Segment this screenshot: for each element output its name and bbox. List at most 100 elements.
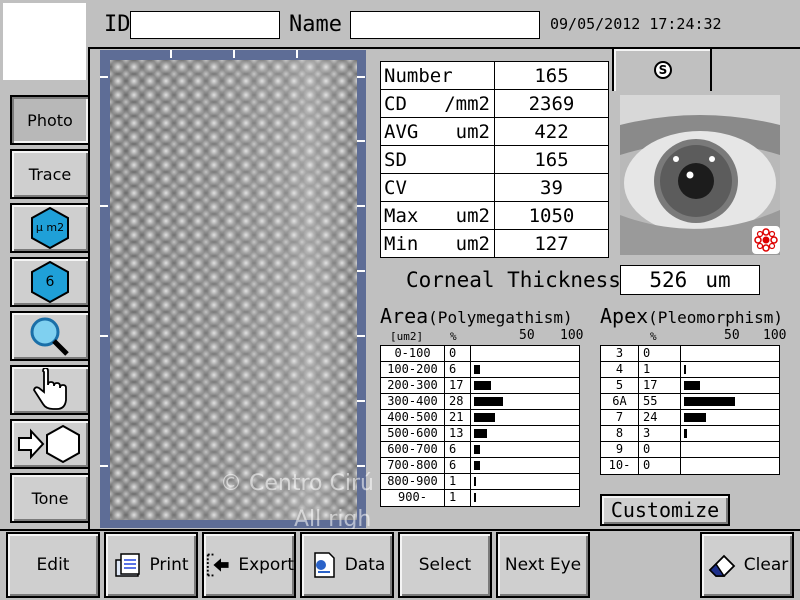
area-bar-cell [471, 458, 579, 473]
tick-mark [357, 270, 365, 272]
watermark-line1: © Centro Cirú [220, 471, 374, 496]
apex-pct-value: 3 [639, 426, 681, 441]
area-pct-value: 17 [445, 378, 471, 393]
apex-bar-cell [681, 458, 779, 474]
photo-button[interactable]: Photo [10, 95, 90, 145]
tone-button[interactable]: Tone [10, 473, 90, 523]
apex-bar [684, 429, 687, 438]
area-bar [474, 381, 492, 390]
tick-mark [357, 335, 365, 337]
clear-label: Clear [743, 555, 789, 575]
um2-label: μ m2 [35, 221, 65, 234]
apex-row: 5 17 [601, 378, 779, 394]
arrow-hexagon-button[interactable] [10, 419, 90, 469]
data-icon [313, 552, 335, 578]
area-bin-label: 100-200 [381, 362, 445, 377]
area-bar [474, 365, 481, 374]
area-row: 100-200 6 [381, 362, 579, 378]
fixation-target-icon[interactable] [752, 226, 780, 254]
apex-pct-value: 1 [639, 362, 681, 377]
apex-row: 10- 0 [601, 458, 779, 474]
stats-row: SD 165 [380, 145, 609, 174]
stats-label-cell: AVG um2 [380, 117, 495, 146]
area-bar-cell [471, 362, 579, 377]
next-eye-button[interactable]: Next Eye [496, 532, 590, 598]
logo-area [3, 3, 86, 80]
area-bar-cell [471, 426, 579, 441]
apex-bin-label: 8 [601, 426, 639, 441]
apex-pct-value: 0 [639, 458, 681, 474]
apex-pct-value: 0 [639, 346, 681, 361]
stats-label-cell: Number [380, 61, 495, 90]
corneal-thickness-unit: um [705, 268, 731, 292]
area-bar-cell [471, 346, 579, 361]
area-row: 600-700 6 [381, 442, 579, 458]
area-pct-value: 28 [445, 394, 471, 409]
apex-bin-label: 5 [601, 378, 639, 393]
stats-label: Min [384, 232, 419, 255]
stats-unit: um2 [455, 120, 490, 143]
area-row: 0-100 0 [381, 346, 579, 362]
stats-value: 165 [494, 61, 609, 90]
edit-button[interactable]: Edit [6, 532, 100, 598]
zoom-button[interactable] [10, 311, 90, 361]
corneal-thickness-label: Corneal Thickness [406, 268, 621, 292]
apex-bar [684, 413, 707, 422]
stats-value: 127 [494, 229, 609, 258]
print-icon [115, 553, 141, 577]
area-row: 300-400 28 [381, 394, 579, 410]
apex-pct-value: 55 [639, 394, 681, 409]
six-button[interactable]: 6 [10, 257, 90, 307]
customize-button[interactable]: Customize [600, 494, 730, 526]
export-button[interactable]: Export [202, 532, 296, 598]
area-pct-value: 13 [445, 426, 471, 441]
area-bar-cell [471, 442, 579, 457]
area-bar-cell [471, 490, 579, 506]
apex-scale-50: 50 [724, 328, 740, 343]
apex-bin-label: 10- [601, 458, 639, 474]
data-button[interactable]: Data [300, 532, 394, 598]
stats-value: 165 [494, 145, 609, 174]
clear-button[interactable]: Clear [700, 532, 794, 598]
apex-bar-cell [681, 378, 779, 393]
um2-button[interactable]: μ m2 [10, 203, 90, 253]
tick-mark [296, 50, 298, 58]
corneal-thickness-value: 526 [649, 268, 688, 292]
name-field[interactable] [350, 11, 540, 39]
eraser-icon [708, 554, 736, 577]
stats-value: 422 [494, 117, 609, 146]
stats-label-cell: Max um2 [380, 201, 495, 230]
stats-value: 2369 [494, 89, 609, 118]
apex-bar-cell [681, 346, 779, 361]
print-button[interactable]: Print [104, 532, 198, 598]
area-bar [474, 493, 476, 502]
endothelium-image[interactable] [110, 60, 357, 520]
id-label: ID [104, 12, 131, 37]
tick-mark [100, 205, 108, 207]
trace-label: Trace [28, 164, 72, 184]
apex-row: 6A 55 [601, 394, 779, 410]
select-button[interactable]: Select [398, 532, 492, 598]
area-bin-label: 700-800 [381, 458, 445, 473]
tick-mark [357, 140, 365, 142]
area-bar [474, 413, 496, 422]
area-row: 800-900 1 [381, 474, 579, 490]
next-eye-label: Next Eye [504, 555, 582, 575]
apex-subtitle: (Pleomorphism) [648, 308, 784, 327]
id-field[interactable] [130, 11, 280, 39]
apex-bar-cell [681, 362, 779, 377]
apex-row: 30 [601, 346, 779, 362]
stats-label: SD [384, 148, 407, 171]
apex-bin-label: 3 [601, 346, 639, 361]
stats-label-cell: SD [380, 145, 495, 174]
stats-label: Number [384, 64, 453, 87]
apex-title-main: Apex [600, 304, 649, 328]
area-row: 200-300 17 [381, 378, 579, 394]
trace-button[interactable]: Trace [10, 149, 90, 199]
stats-row: Number 165 [380, 61, 609, 90]
stats-label: AVG [384, 120, 419, 143]
apex-bar-cell [681, 442, 779, 457]
area-row: 400-500 21 [381, 410, 579, 426]
hand-button[interactable] [10, 365, 90, 415]
tab-s[interactable]: S [612, 47, 712, 91]
